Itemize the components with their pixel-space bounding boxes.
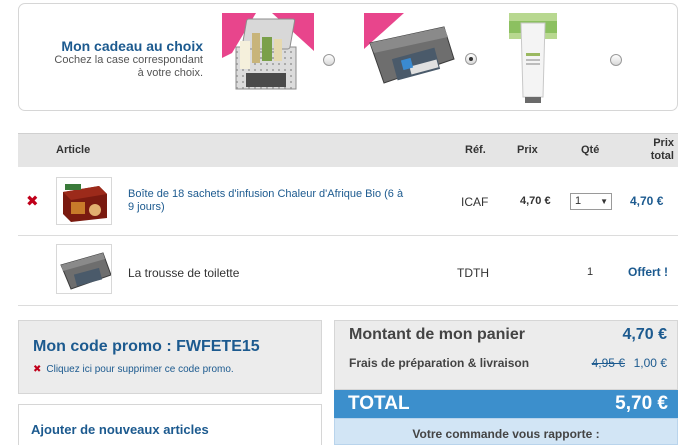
promo-code-title: Mon code promo : FWFETE15 xyxy=(33,338,260,355)
rewards-label: Votre commande vous rapporte : xyxy=(412,427,600,441)
gift-image-cream-tube[interactable] xyxy=(509,13,557,105)
header-ref: Réf. xyxy=(465,144,486,156)
line-total-free: Offert ! xyxy=(628,265,668,279)
gift-radio-toiletry-bag[interactable] xyxy=(465,53,477,65)
gift-radio-cream-tube[interactable] xyxy=(610,54,622,66)
gift-radio-cooler-bag[interactable] xyxy=(323,54,335,66)
gift-chooser-panel: Mon cadeau au choix Cochez la case corre… xyxy=(18,3,678,111)
header-article: Article xyxy=(56,144,91,156)
shipping-label: Frais de préparation & livraison xyxy=(349,356,530,370)
gift-image-cooler-bag[interactable] xyxy=(222,13,314,95)
line-total: 4,70 € xyxy=(630,194,664,208)
header-price: Prix xyxy=(517,144,538,156)
add-articles-title[interactable]: Ajouter de nouveaux articles xyxy=(31,422,209,437)
cart-amount-value: 4,70 € xyxy=(622,326,667,343)
quantity-select[interactable]: 1 ▼ xyxy=(570,193,612,210)
cart-table-header: Article Réf. Prix Qté Prix total xyxy=(18,133,678,167)
gift-image-toiletry-bag[interactable] xyxy=(364,13,456,91)
product-name: La trousse de toilette xyxy=(128,266,240,280)
header-total: Prix total xyxy=(650,137,674,162)
remove-icon[interactable]: ✖ xyxy=(33,364,41,375)
product-quantity: 1 xyxy=(587,266,594,278)
product-thumbnail[interactable] xyxy=(56,244,112,294)
add-articles-panel: Ajouter de nouveaux articles xyxy=(18,404,322,445)
product-ref: ICAF xyxy=(461,195,489,209)
product-ref: TDTH xyxy=(457,266,489,280)
total-value: 5,70 € xyxy=(615,393,668,414)
shipping-old-price: 4,95 € xyxy=(591,356,625,370)
header-qty: Qté xyxy=(581,144,600,156)
cart-row: La trousse de toilette TDTH 1 Offert ! xyxy=(18,236,678,306)
gift-chooser-title: Mon cadeau au choix xyxy=(61,38,203,54)
order-summary: Montant de mon panier 4,70 € Frais de pr… xyxy=(334,320,678,390)
cart-row: ✖ Boîte de 18 sachets d'infusion Chaleur… xyxy=(18,167,678,236)
product-thumbnail[interactable] xyxy=(56,177,112,225)
total-label: TOTAL xyxy=(348,393,410,414)
product-unit-price: 4,70 € xyxy=(520,195,551,207)
product-name-link[interactable]: Boîte de 18 sachets d'infusion Chaleur d… xyxy=(128,188,438,214)
remove-item-icon[interactable]: ✖ xyxy=(26,192,39,210)
promo-code-panel: Mon code promo : FWFETE15 ✖ Cliquez ici p… xyxy=(18,320,322,394)
shipping-new-price: 1,00 € xyxy=(633,356,667,370)
gift-chooser-instructions: Cochez la case correspondant à votre cho… xyxy=(54,54,203,79)
total-bar: TOTAL 5,70 € xyxy=(334,390,678,418)
chevron-down-icon: ▼ xyxy=(600,197,608,206)
remove-promo-link[interactable]: ✖ Cliquez ici pour supprimer ce code prom… xyxy=(33,364,234,375)
rewards-bar: Votre commande vous rapporte : xyxy=(334,418,678,445)
cart-amount-label: Montant de mon panier xyxy=(349,326,525,343)
